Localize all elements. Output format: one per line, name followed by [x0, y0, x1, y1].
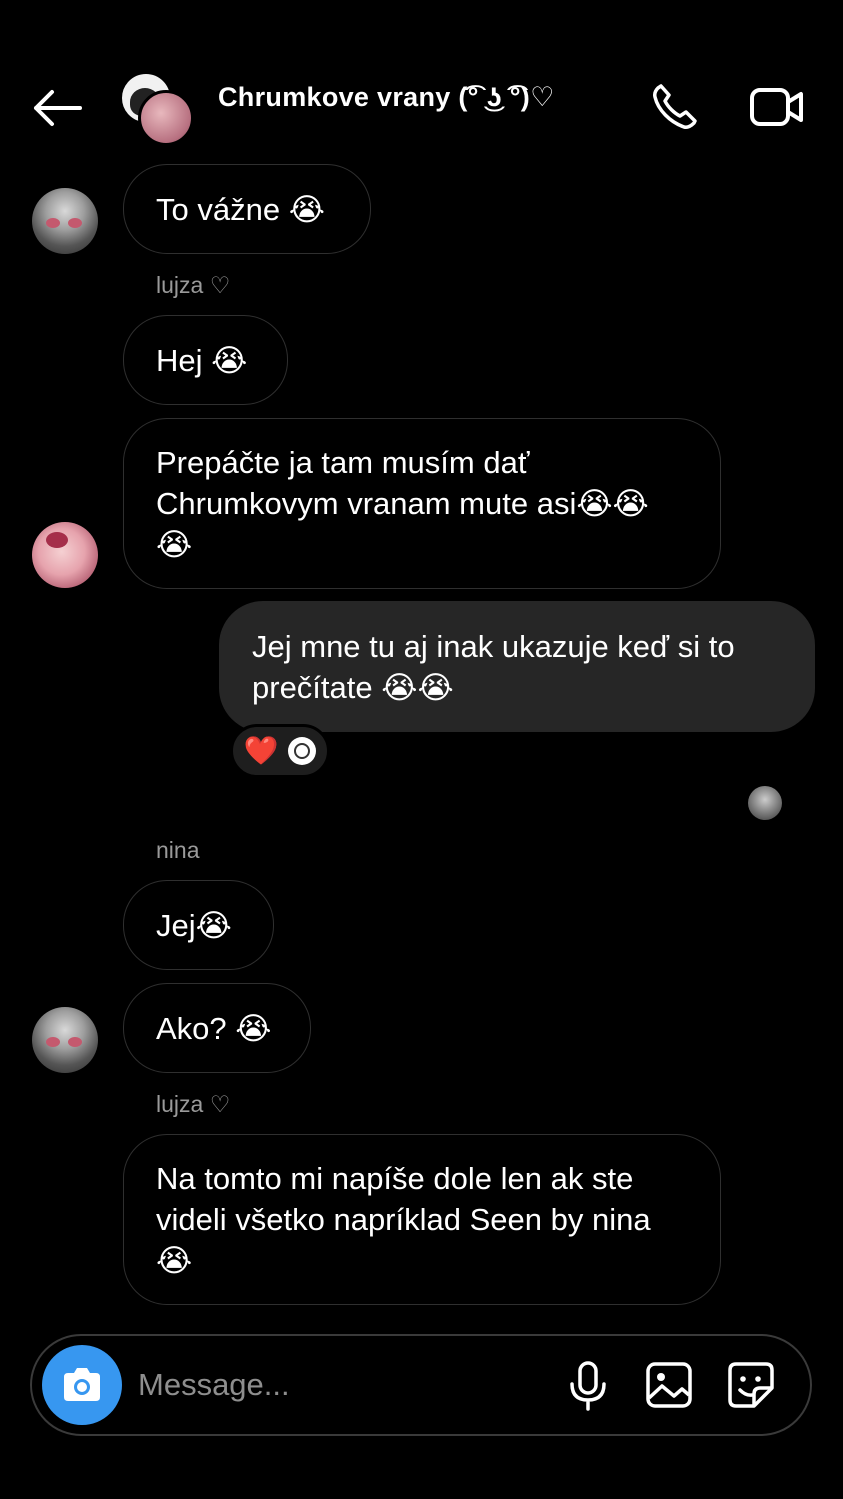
sticker-icon [728, 1362, 774, 1408]
arrow-left-icon [34, 90, 82, 126]
message-bubble[interactable]: Prepáčte ja tam musím dať Chrumkovym vra… [123, 418, 721, 589]
video-camera-icon [750, 88, 803, 126]
sender-avatar[interactable] [32, 522, 98, 588]
phone-icon [653, 84, 697, 129]
message-text: To vážne 😭 [156, 191, 325, 227]
voice-message-button[interactable] [566, 1360, 610, 1412]
group-member-avatar [138, 90, 194, 146]
video-call-button[interactable] [748, 84, 806, 130]
message-text: Prepáčte ja tam musím dať Chrumkovym vra… [156, 445, 649, 562]
message-bubble[interactable]: Jej😭 [123, 880, 274, 970]
sender-avatar[interactable] [32, 188, 98, 254]
message-reactions[interactable]: ❤️ [230, 724, 330, 778]
sticker-button[interactable] [726, 1360, 776, 1410]
back-button[interactable] [30, 86, 84, 130]
message-bubble[interactable]: Na tomto mi napíše dole len ak ste videl… [123, 1134, 721, 1305]
gallery-button[interactable] [644, 1360, 694, 1410]
message-text: Na tomto mi napíše dole len ak ste videl… [156, 1161, 651, 1278]
message-text: Jej mne tu aj inak ukazuje keď si to pre… [252, 628, 735, 705]
seen-by-avatar [748, 786, 782, 820]
reaction-heart: ❤️ [243, 735, 279, 766]
message-bubble[interactable]: Ako? 😭 [123, 983, 311, 1073]
message-text: Hej 😭 [156, 342, 248, 378]
sender-avatar[interactable] [32, 1007, 98, 1073]
camera-icon [64, 1368, 100, 1401]
message-bubble[interactable]: Hej 😭 [123, 315, 288, 405]
message-bubble[interactable]: To vážne 😭 [123, 164, 371, 254]
message-text: Ako? 😭 [156, 1010, 272, 1046]
camera-button[interactable] [42, 1345, 122, 1425]
call-button[interactable] [650, 82, 702, 132]
reactor-avatar [288, 737, 317, 765]
outgoing-message-bubble[interactable]: Jej mne tu aj inak ukazuje keď si to pre… [219, 601, 815, 732]
microphone-icon [570, 1361, 606, 1411]
sender-name: lujza ♡ [156, 272, 231, 298]
sender-name: lujza ♡ [156, 1091, 231, 1117]
sender-name: nina [156, 837, 200, 863]
message-input[interactable] [138, 1362, 538, 1408]
group-avatar[interactable] [120, 72, 194, 146]
message-text: Jej😭 [156, 907, 232, 943]
image-icon [646, 1362, 692, 1408]
chat-title[interactable]: Chrumkove vrany (͡° ͜ʖ ͡°)♡ [218, 82, 555, 113]
